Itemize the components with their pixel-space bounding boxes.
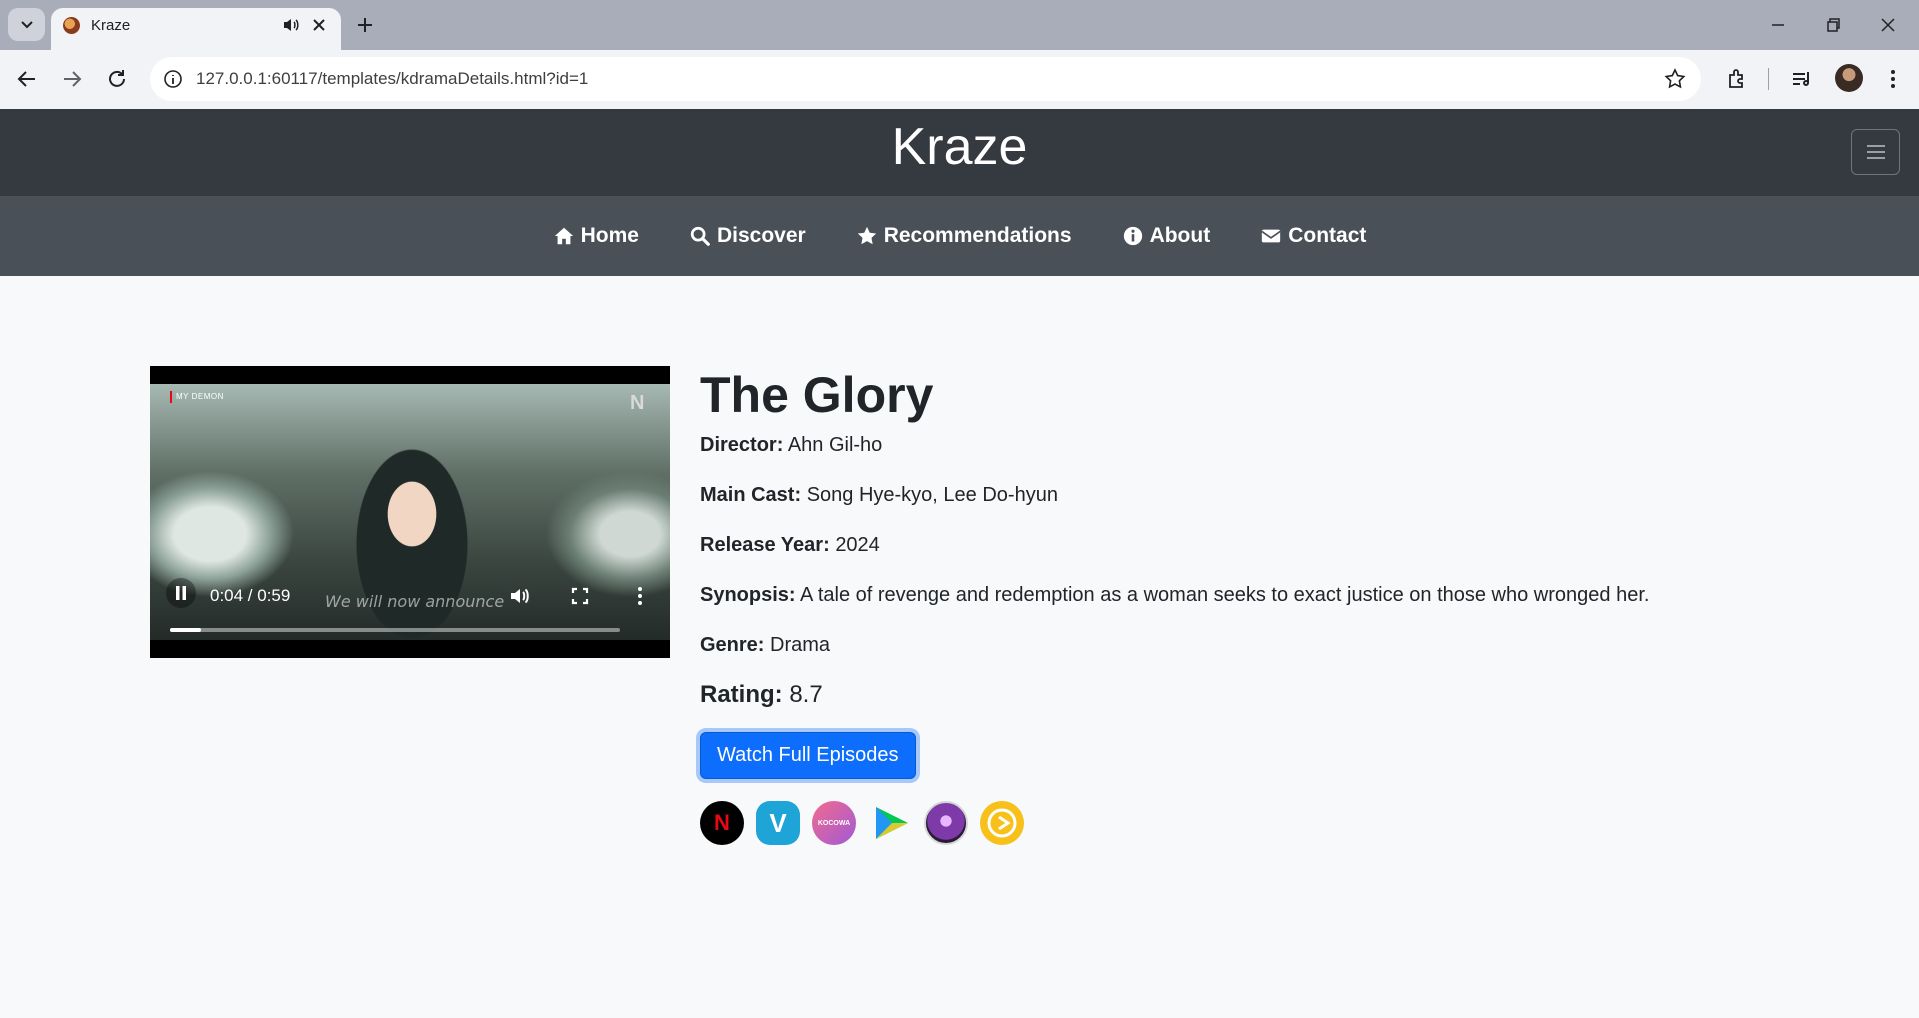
favicon-icon: [63, 17, 80, 34]
close-icon[interactable]: [309, 15, 329, 35]
synopsis-label: Synopsis:: [700, 584, 796, 606]
browser-tab-strip: Kraze: [0, 0, 1919, 50]
director-value: Ahn Gil-ho: [787, 434, 883, 456]
forward-arrow-icon[interactable]: [59, 66, 85, 92]
nav-recommendations[interactable]: Recommendations: [856, 224, 1072, 248]
video-time: 0:04 / 0:59: [210, 586, 291, 605]
info-icon: [1123, 226, 1142, 246]
pause-icon: [176, 586, 186, 600]
rating-value: 8.7: [789, 681, 823, 708]
synopsis-value: A tale of revenge and redemption as a wo…: [800, 584, 1650, 606]
profile-avatar[interactable]: [1835, 64, 1863, 92]
site-brand[interactable]: Kraze: [0, 117, 1919, 177]
envelope-icon: [1261, 229, 1281, 243]
bookmark-star-icon[interactable]: [1663, 67, 1687, 91]
chevron-down-icon: [20, 20, 33, 28]
netflix-icon[interactable]: N: [700, 801, 744, 845]
nav-contact[interactable]: Contact: [1260, 224, 1366, 248]
nav-about-label: About: [1149, 224, 1211, 247]
genre-value: Drama: [770, 634, 831, 656]
nav-recommendations-label: Recommendations: [883, 224, 1072, 247]
cast-value: Song Hye-kyo, Lee Do-hyun: [806, 484, 1058, 506]
viu-play-icon[interactable]: [980, 801, 1024, 845]
browser-tab[interactable]: Kraze: [51, 8, 341, 50]
kocowa-icon[interactable]: KOCOWA: [812, 801, 856, 845]
genre-label: Genre:: [700, 634, 765, 656]
video-overlay-label: MY DEMON: [170, 391, 224, 403]
home-icon: [554, 227, 573, 245]
kebab-menu-icon[interactable]: [1880, 66, 1906, 92]
genre-row: Genre: Drama: [700, 630, 1800, 660]
star-icon: [857, 226, 876, 245]
cast-row: Main Cast: Song Hye-kyo, Lee Do-hyun: [700, 480, 1800, 510]
streaming-platforms: N V KOCOWA: [700, 801, 1800, 845]
tab-search-button[interactable]: [8, 8, 45, 41]
netflix-watermark: N: [630, 392, 645, 414]
drama-title: The Glory: [700, 367, 934, 423]
browser-toolbar: 127.0.0.1:60117/templates/kdramaDetails.…: [0, 50, 1919, 109]
address-bar[interactable]: 127.0.0.1:60117/templates/kdramaDetails.…: [150, 57, 1701, 101]
anime-avatar-icon[interactable]: [924, 801, 968, 845]
new-tab-plus-icon[interactable]: [352, 12, 378, 38]
year-label: Release Year:: [700, 534, 830, 556]
trailer-video-player[interactable]: MY DEMON N We will now announce 0:04 / 0…: [150, 366, 670, 658]
main-nav: Home Discover Recommendations About Cont…: [0, 196, 1919, 276]
director-row: Director: Ahn Gil-ho: [700, 430, 1800, 460]
reload-icon[interactable]: [104, 66, 130, 92]
nav-discover-label: Discover: [716, 224, 806, 247]
back-arrow-icon[interactable]: [14, 66, 40, 92]
pause-button[interactable]: [166, 578, 196, 608]
viki-icon[interactable]: V: [756, 801, 800, 845]
video-progress-bar[interactable]: [170, 628, 620, 632]
site-info-icon[interactable]: [162, 68, 184, 90]
url-text[interactable]: 127.0.0.1:60117/templates/kdramaDetails.…: [196, 69, 588, 89]
tab-title: Kraze: [91, 17, 131, 34]
volume-icon[interactable]: [508, 584, 532, 608]
video-more-options-icon[interactable]: [628, 584, 652, 608]
nav-home-label: Home: [580, 224, 639, 247]
video-subtitle: We will now announce: [325, 592, 505, 611]
synopsis-row: Synopsis: A tale of revenge and redempti…: [700, 580, 1800, 610]
hamburger-icon: [1866, 145, 1885, 159]
video-progress-fill: [170, 628, 201, 632]
restore-icon[interactable]: [1820, 12, 1846, 38]
site-header: Kraze: [0, 109, 1919, 196]
media-controls-icon[interactable]: [1789, 66, 1815, 92]
minimize-icon[interactable]: [1765, 12, 1791, 38]
nav-home[interactable]: Home: [553, 224, 639, 248]
year-row: Release Year: 2024: [700, 530, 1800, 560]
watch-full-episodes-button[interactable]: Watch Full Episodes: [700, 732, 916, 779]
drama-details: The Glory Director: Ahn Gil-ho Main Cast…: [700, 366, 1800, 845]
cast-label: Main Cast:: [700, 484, 802, 506]
navbar-toggle-button[interactable]: [1851, 129, 1900, 175]
rating-label: Rating:: [700, 681, 783, 708]
rating-row: Rating: 8.7: [700, 680, 1800, 710]
search-icon: [690, 226, 710, 246]
extensions-puzzle-icon[interactable]: [1724, 66, 1750, 92]
nav-about[interactable]: About: [1122, 224, 1211, 248]
nav-contact-label: Contact: [1288, 224, 1367, 247]
director-label: Director:: [700, 434, 784, 456]
window-close-icon[interactable]: [1875, 12, 1901, 38]
year-value: 2024: [835, 534, 880, 556]
toolbar-separator: [1768, 68, 1769, 90]
fullscreen-icon[interactable]: [568, 584, 592, 608]
speaker-icon[interactable]: [281, 15, 301, 35]
nav-discover[interactable]: Discover: [689, 224, 806, 248]
iqiyi-play-icon[interactable]: [868, 801, 912, 845]
